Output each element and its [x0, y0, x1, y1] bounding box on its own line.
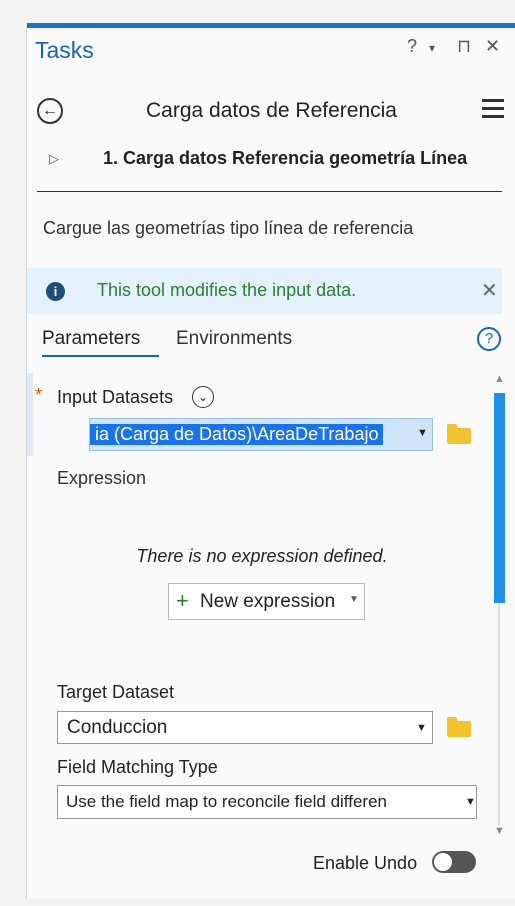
- info-icon: i: [46, 282, 65, 301]
- active-parameter-marker: [27, 373, 33, 456]
- scroll-down-arrow-icon[interactable]: ▼: [494, 825, 505, 837]
- task-description: Cargue las geometrías tipo línea de refe…: [43, 218, 414, 238]
- target-dataset-select[interactable]: Conduccion ▼: [57, 711, 433, 744]
- new-expression-button[interactable]: + New expression ▼: [168, 583, 365, 620]
- active-tab-underline: [42, 355, 159, 357]
- info-message: This tool modifies the input data.: [97, 280, 357, 300]
- task-title: Carga datos de Referencia: [146, 99, 397, 122]
- target-dataset-label: Target Dataset: [57, 682, 175, 702]
- tab-parameters[interactable]: Parameters: [42, 328, 140, 350]
- dropdown-arrow-icon[interactable]: ▼: [417, 427, 428, 439]
- chevron-down-icon: ▼: [349, 594, 359, 605]
- header-divider: [37, 191, 502, 192]
- enable-undo-toggle[interactable]: [432, 851, 476, 873]
- help-icon[interactable]: ?: [477, 327, 501, 351]
- expression-label: Expression: [57, 468, 147, 488]
- input-datasets-select[interactable]: ia (Carga de Datos)\AreaDeTrabajo: [89, 418, 433, 451]
- scrollbar-track[interactable]: [498, 603, 500, 825]
- dropdown-arrow-icon: ▼: [416, 722, 427, 734]
- toggle-knob: [434, 853, 452, 871]
- close-pane-icon[interactable]: ✕: [485, 36, 500, 57]
- expand-step-icon[interactable]: ▷: [49, 151, 59, 167]
- hamburger-menu-icon[interactable]: [482, 99, 504, 119]
- pin-icon[interactable]: ⊓: [457, 36, 471, 57]
- dropdown-arrow-icon: ▼: [462, 796, 476, 808]
- target-dataset-value: Conduccion: [67, 717, 168, 738]
- help-dropdown-button[interactable]: ?: [407, 36, 417, 57]
- field-matching-value: Use the field map to reconcile field dif…: [66, 792, 387, 811]
- step-title[interactable]: 1. Carga datos Referencia geometría Líne…: [103, 148, 467, 169]
- browse-folder-icon[interactable]: [447, 424, 471, 444]
- pane-accent-bar: [27, 23, 515, 28]
- info-banner: i This tool modifies the input data. ✕: [27, 268, 502, 314]
- browse-folder-icon[interactable]: [447, 717, 471, 737]
- input-datasets-label: Input Datasets: [57, 387, 174, 407]
- tasks-pane: Tasks ? ▾ ⊓ ✕ ← Carga datos de Referenci…: [26, 23, 515, 899]
- tab-environments[interactable]: Environments: [176, 328, 292, 350]
- chevron-down-icon[interactable]: ⌄: [192, 386, 214, 408]
- pane-title: Tasks: [35, 37, 94, 63]
- pane-options-icon[interactable]: ▾: [429, 41, 435, 55]
- new-expression-label: New expression: [200, 591, 336, 612]
- enable-undo-label: Enable Undo: [313, 853, 418, 873]
- close-banner-icon[interactable]: ✕: [481, 278, 498, 303]
- input-datasets-value: ia (Carga de Datos)\AreaDeTrabajo: [90, 424, 384, 445]
- field-matching-label: Field Matching Type: [57, 757, 218, 777]
- plus-icon: +: [176, 588, 189, 613]
- required-marker: *: [35, 385, 43, 405]
- scrollbar-thumb[interactable]: [494, 393, 505, 603]
- scroll-up-arrow-icon[interactable]: ▲: [494, 373, 505, 385]
- field-matching-select[interactable]: Use the field map to reconcile field dif…: [57, 785, 477, 819]
- no-expression-text: There is no expression defined.: [136, 546, 388, 566]
